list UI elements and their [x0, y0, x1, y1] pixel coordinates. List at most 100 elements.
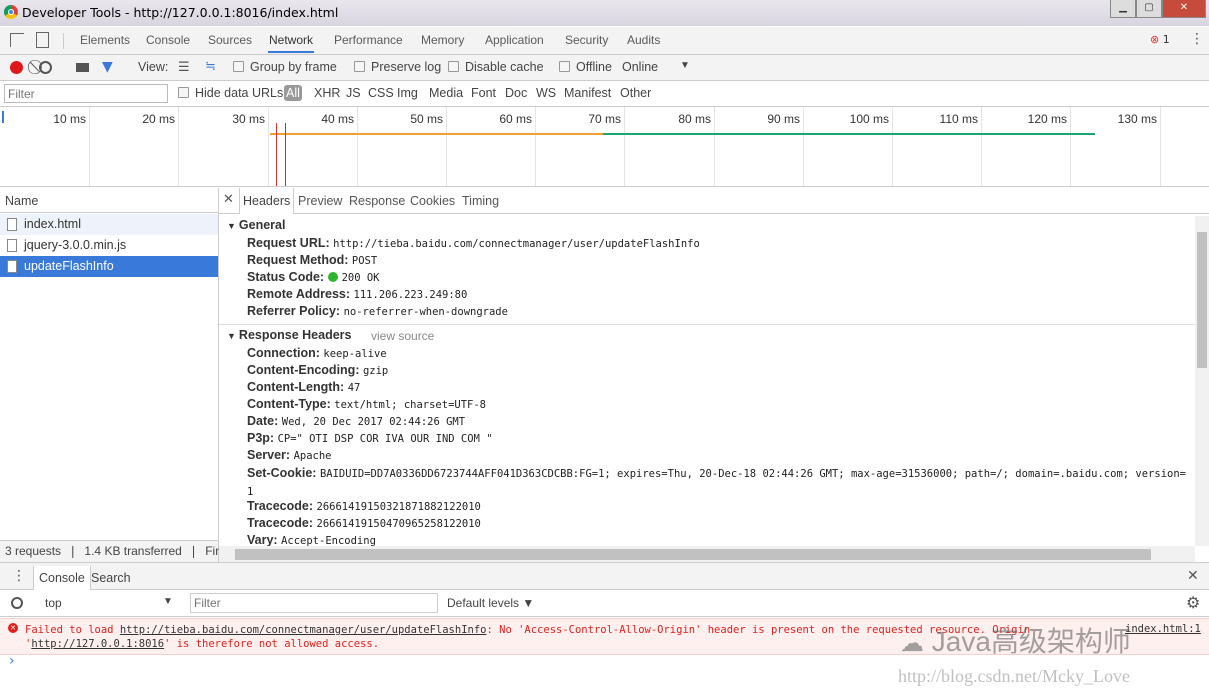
- detail-tab-response[interactable]: Response: [348, 188, 406, 214]
- capture-screenshots-icon[interactable]: [76, 63, 89, 72]
- maximize-button[interactable]: ▢: [1136, 0, 1162, 18]
- timeline-gridline: [624, 107, 625, 186]
- inspect-element-icon[interactable]: [10, 33, 24, 47]
- timeline-gridline: [714, 107, 715, 186]
- header-row: Tracecode: 26661419150470965258122010: [247, 516, 481, 530]
- close-button[interactable]: ✕: [1162, 0, 1206, 18]
- error-count-badge[interactable]: ⊗ 1: [1150, 33, 1170, 46]
- console-filter-input[interactable]: [190, 593, 438, 613]
- clear-button[interactable]: [39, 61, 52, 74]
- clear-console-icon[interactable]: [11, 597, 23, 609]
- tab-security[interactable]: Security: [564, 27, 609, 53]
- error-source-link[interactable]: index.html:1: [1125, 623, 1201, 635]
- timeline-tick-label: 30 ms: [232, 112, 265, 126]
- general-section-toggle[interactable]: ▼ General: [227, 218, 285, 232]
- header-row: Vary: Accept-Encoding: [247, 533, 376, 547]
- log-levels-select[interactable]: Default levels ▼: [447, 596, 534, 610]
- type-filter-font[interactable]: Font: [471, 86, 496, 100]
- name-column-header[interactable]: Name: [5, 194, 38, 208]
- timeline-tick-label: 100 ms: [849, 112, 889, 126]
- close-drawer-icon[interactable]: ✕: [1187, 568, 1199, 584]
- detail-tab-timing[interactable]: Timing: [461, 188, 500, 214]
- timeline-tick-label: 90 ms: [767, 112, 800, 126]
- drawer-menu-icon[interactable]: ⋮: [12, 568, 26, 584]
- type-filter-js[interactable]: JS: [346, 86, 361, 100]
- tab-network[interactable]: Network: [268, 27, 315, 53]
- type-filter-xhr[interactable]: XHR: [314, 86, 340, 100]
- tab-performance[interactable]: Performance: [333, 27, 404, 53]
- timeline-tick-label: 110 ms: [939, 112, 978, 126]
- tab-audits[interactable]: Audits: [626, 27, 661, 53]
- response-headers-section-toggle[interactable]: ▼ Response Headers: [227, 328, 351, 342]
- timeline-selection-handle[interactable]: [2, 111, 4, 123]
- detail-tab-preview[interactable]: Preview: [297, 188, 343, 214]
- drawer-tab-bar: ⋮ Console Search ✕: [0, 562, 1209, 591]
- record-button[interactable]: [10, 61, 23, 74]
- group-by-frame-checkbox[interactable]: Group by frame: [233, 60, 337, 74]
- divider: [219, 324, 1195, 325]
- divider: [63, 33, 64, 49]
- timeline-overview[interactable]: 10 ms 20 ms 30 ms 40 ms 50 ms 60 ms 70 ms 80 ms…: [0, 107, 1209, 187]
- console-settings-icon[interactable]: ⚙: [1186, 593, 1200, 612]
- type-filter-doc[interactable]: Doc: [505, 86, 527, 100]
- timeline-gridline: [981, 107, 982, 186]
- error-origin-link[interactable]: http://127.0.0.1:8016: [31, 638, 164, 650]
- timeline-tick-label: 130 ms: [1117, 112, 1157, 126]
- detail-tab-headers[interactable]: Headers: [239, 188, 295, 214]
- offline-checkbox[interactable]: Offline: [559, 60, 612, 74]
- request-row[interactable]: index.html: [0, 214, 218, 235]
- filter-input[interactable]: [4, 84, 168, 103]
- error-request-link[interactable]: http://tieba.baidu.com/connectmanager/us…: [120, 624, 487, 636]
- dropdown-arrow-icon: ▼: [163, 596, 173, 607]
- file-icon: [7, 218, 17, 231]
- throttling-select[interactable]: Online ▼: [622, 60, 692, 74]
- close-detail-icon[interactable]: ✕: [223, 192, 234, 207]
- type-filter-manifest[interactable]: Manifest: [564, 86, 611, 100]
- timeline-gridline: [1070, 107, 1071, 186]
- timeline-gridline: [268, 107, 269, 186]
- dropdown-arrow-icon: ▼: [680, 60, 690, 71]
- type-filter-other[interactable]: Other: [620, 86, 651, 100]
- file-icon: [7, 260, 17, 273]
- console-prompt[interactable]: ›: [9, 653, 15, 669]
- filter-icon[interactable]: ▼: [102, 59, 113, 75]
- preserve-log-checkbox[interactable]: Preserve log: [354, 60, 441, 74]
- drawer-tab-search[interactable]: Search: [91, 571, 131, 585]
- context-select[interactable]: top ▼: [45, 596, 175, 610]
- type-filter-media[interactable]: Media: [429, 86, 463, 100]
- header-row: Content-Type: text/html; charset=UTF-8: [247, 397, 486, 411]
- request-list: Name index.html jquery-3.0.0.min.js update…: [0, 188, 241, 562]
- header-row: P3p: CP=" OTI DSP COR IVA OUR IND COM ": [247, 431, 493, 445]
- view-label: View:: [138, 60, 169, 74]
- request-row[interactable]: jquery-3.0.0.min.js: [0, 235, 218, 256]
- more-menu-icon[interactable]: ⋮: [1190, 31, 1204, 47]
- detail-tab-cookies[interactable]: Cookies: [409, 188, 456, 214]
- view-source-link[interactable]: view source: [371, 329, 434, 343]
- type-filter-all[interactable]: All: [284, 85, 302, 101]
- watermark-logo: ☁ Java高级架构师: [900, 626, 1131, 657]
- filter-bar: Hide data URLs All XHR JS CSSImg Media Font Do…: [0, 81, 1209, 107]
- tab-elements[interactable]: Elements: [79, 27, 131, 53]
- drawer-tab-console[interactable]: Console: [33, 566, 91, 591]
- header-row: Content-Encoding: gzip: [247, 363, 389, 377]
- main-tab-bar: Elements Console Sources Network Performance…: [0, 27, 1209, 55]
- header-row: Request URL: http://tieba.baidu.com/conn…: [247, 236, 700, 250]
- type-filter-img[interactable]: Img: [397, 86, 418, 100]
- device-toolbar-icon[interactable]: [36, 32, 49, 48]
- disable-cache-checkbox[interactable]: Disable cache: [448, 60, 544, 74]
- request-row[interactable]: updateFlashInfo: [0, 256, 218, 277]
- large-rows-icon[interactable]: ☰: [178, 60, 190, 75]
- type-filter-css[interactable]: CSS: [368, 86, 394, 100]
- overview-icon[interactable]: ≒: [205, 59, 216, 74]
- vertical-scrollbar[interactable]: [1195, 216, 1209, 546]
- horizontal-scrollbar[interactable]: [219, 546, 1195, 562]
- error-icon: ⊗: [1150, 33, 1160, 46]
- tab-console[interactable]: Console: [145, 27, 191, 53]
- tab-application[interactable]: Application: [484, 27, 545, 53]
- tab-sources[interactable]: Sources: [207, 27, 253, 53]
- tab-memory[interactable]: Memory: [420, 27, 465, 53]
- minimize-button[interactable]: ▁: [1110, 0, 1136, 18]
- type-filter-ws[interactable]: WS: [536, 86, 556, 100]
- hide-data-urls-checkbox[interactable]: Hide data URLs: [178, 86, 283, 100]
- timeline-gridline: [803, 107, 804, 186]
